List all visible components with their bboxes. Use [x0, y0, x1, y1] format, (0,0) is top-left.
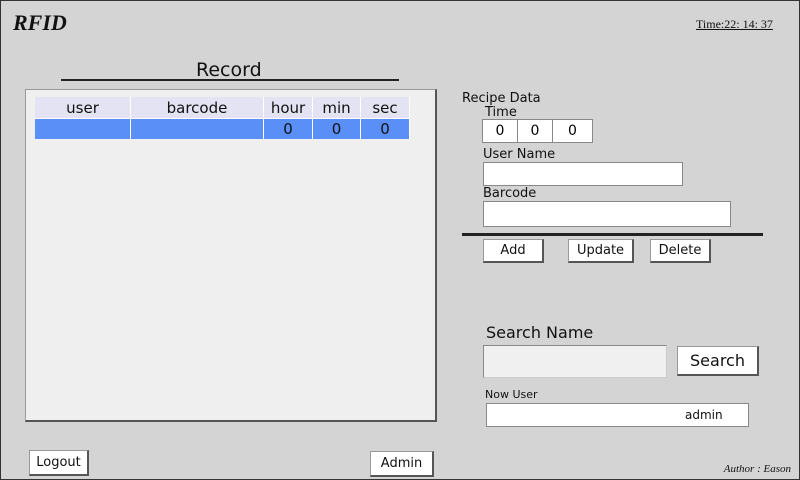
- barcode-label: Barcode: [483, 186, 537, 201]
- admin-button[interactable]: Admin: [370, 451, 434, 477]
- record-underline: [61, 79, 399, 81]
- main-window: RFID Time:22: 14: 37 Record user barcode…: [0, 0, 800, 480]
- author-label: Author : Eason: [723, 463, 791, 475]
- clock-display: Time:22: 14: 37: [696, 17, 773, 31]
- username-label: User Name: [483, 147, 556, 162]
- now-user-field: admin: [486, 403, 749, 427]
- search-input[interactable]: [483, 345, 667, 378]
- column-header-sec[interactable]: sec: [360, 97, 410, 119]
- cell-user[interactable]: [35, 118, 131, 139]
- update-button[interactable]: Update: [568, 239, 634, 263]
- recipe-data-label: Recipe Data: [462, 91, 541, 106]
- app-title: RFID: [13, 10, 67, 35]
- record-table[interactable]: user barcode hour min sec 0 0 0: [35, 97, 410, 139]
- table-row[interactable]: 0 0 0: [35, 118, 410, 139]
- column-header-min[interactable]: min: [312, 97, 361, 119]
- section-divider: [462, 233, 763, 236]
- cell-hour[interactable]: 0: [263, 118, 313, 139]
- cell-sec[interactable]: 0: [360, 118, 410, 139]
- barcode-input[interactable]: [483, 201, 731, 227]
- time-hour-input[interactable]: 0: [482, 119, 518, 143]
- table-header-row: user barcode hour min sec: [35, 97, 410, 119]
- column-header-hour[interactable]: hour: [263, 97, 313, 119]
- now-user-label: Now User: [485, 388, 538, 401]
- search-name-label: Search Name: [486, 323, 594, 342]
- cell-min[interactable]: 0: [312, 118, 361, 139]
- time-sec-input[interactable]: 0: [552, 119, 593, 143]
- add-button[interactable]: Add: [483, 239, 544, 263]
- username-input[interactable]: [483, 162, 683, 186]
- time-min-input[interactable]: 0: [517, 119, 553, 143]
- cell-barcode[interactable]: [130, 118, 264, 139]
- record-panel: user barcode hour min sec 0 0 0: [25, 89, 437, 422]
- logout-button[interactable]: Logout: [29, 450, 89, 476]
- record-title: Record: [196, 59, 262, 81]
- column-header-barcode[interactable]: barcode: [130, 97, 264, 119]
- search-button[interactable]: Search: [677, 346, 759, 376]
- column-header-user[interactable]: user: [35, 97, 131, 119]
- time-label: Time: [485, 105, 517, 120]
- delete-button[interactable]: Delete: [650, 239, 711, 263]
